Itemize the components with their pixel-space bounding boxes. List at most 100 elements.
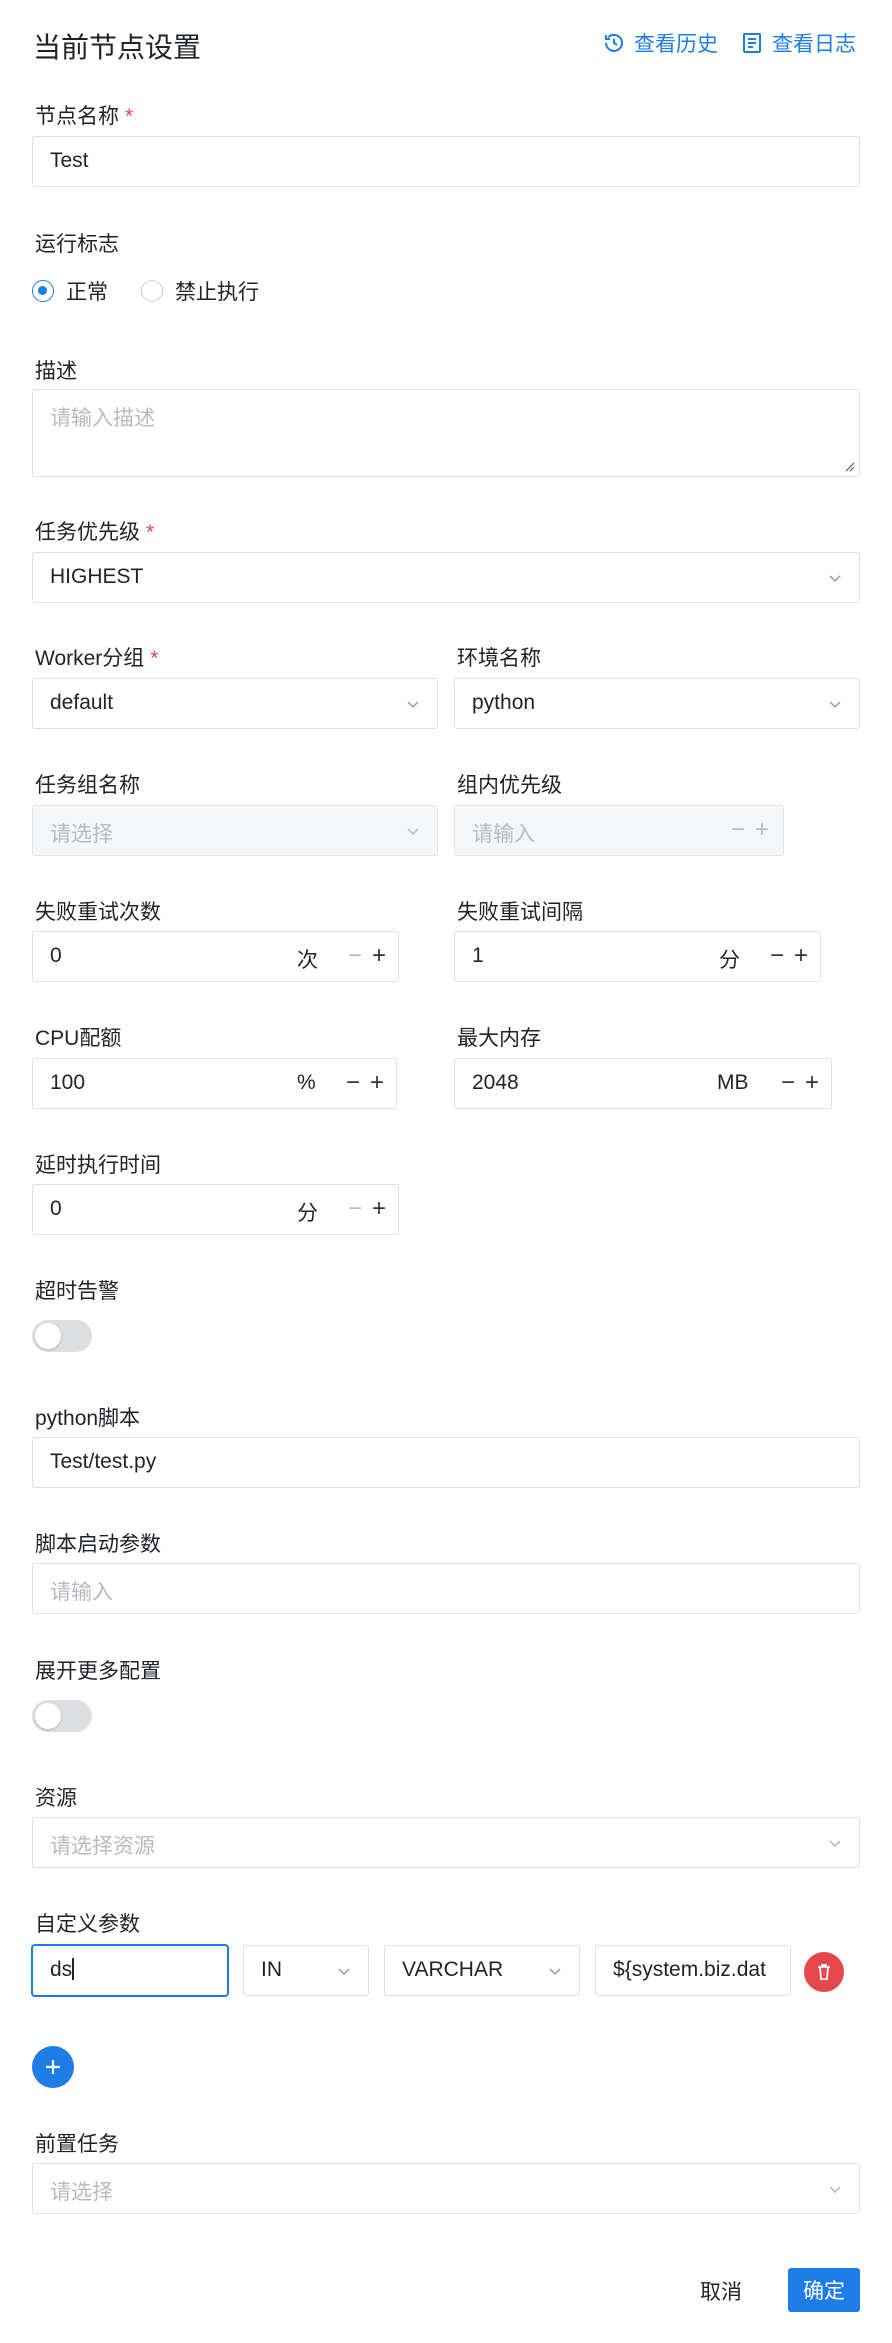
worker-group-select[interactable]: default [32,678,438,729]
retry-times-input[interactable]: 0 次 − + [32,931,399,982]
minus-icon[interactable]: − [348,944,362,968]
minus-icon[interactable]: − [770,944,784,968]
task-priority-label: 任务优先级 * [35,521,155,544]
group-priority-placeholder: 请输入 [472,823,535,846]
cpu-quota-input[interactable]: 100 % − + [32,1058,397,1109]
description-textarea[interactable]: 请输入描述 [32,389,860,477]
group-priority-stepper[interactable]: − + [731,818,769,842]
custom-param-prop-value: ds [50,1958,74,1981]
chevron-down-icon [829,1840,841,1848]
script-args-label: 脚本启动参数 [35,1533,161,1556]
resize-handle-icon[interactable] [843,460,855,472]
pre-tasks-select[interactable]: 请选择 [32,2163,860,2214]
script-args-placeholder: 请输入 [50,1581,113,1604]
retry-interval-label: 失败重试间隔 [457,901,583,924]
worker-group-value: default [50,691,114,714]
environment-value: python [472,691,536,714]
environment-label: 环境名称 [457,647,541,670]
plus-icon[interactable]: + [370,1071,384,1095]
more-config-label: 展开更多配置 [35,1660,161,1683]
minus-icon[interactable]: − [781,1071,795,1095]
chevron-down-icon [829,701,841,709]
group-priority-input[interactable]: 请输入 − + [454,805,784,856]
max-memory-value: 2048 [472,1071,519,1094]
view-history-link[interactable]: 查看历史 [602,28,718,58]
radio-checked-icon [32,280,54,302]
retry-interval-stepper[interactable]: − + [770,944,808,968]
custom-params-label: 自定义参数 [35,1913,140,1936]
max-memory-stepper[interactable]: − + [781,1071,819,1095]
trash-icon [818,1964,830,1980]
python-script-input[interactable]: Test/test.py [32,1437,860,1488]
retry-times-stepper[interactable]: − + [348,944,386,968]
script-args-input[interactable]: 请输入 [32,1563,860,1614]
chevron-down-icon [338,1968,350,1976]
run-flag-normal-radio[interactable]: 正常 [32,276,108,306]
minus-icon[interactable]: − [731,818,745,842]
max-memory-unit: MB [717,1071,749,1094]
timeout-alarm-switch[interactable] [32,1320,92,1352]
task-group-placeholder: 请选择 [50,823,113,846]
max-memory-input[interactable]: 2048 MB − + [454,1058,832,1109]
cpu-quota-unit: % [297,1071,316,1094]
chevron-down-icon [829,575,841,583]
cpu-quota-stepper[interactable]: − + [346,1071,384,1095]
task-group-select[interactable]: 请选择 [32,805,438,856]
chevron-down-icon [407,701,419,709]
add-param-button[interactable] [32,2046,74,2088]
description-placeholder: 请输入描述 [50,407,155,430]
run-flag-forbidden-radio[interactable]: 禁止执行 [141,276,259,306]
custom-param-value-input[interactable]: ${system.biz.dat [595,1945,791,1996]
custom-param-direct-select[interactable]: IN [243,1945,369,1996]
delete-param-button[interactable] [804,1952,844,1992]
resources-select[interactable]: 请选择资源 [32,1817,860,1868]
minus-icon[interactable]: − [348,1197,362,1221]
pre-tasks-label: 前置任务 [35,2133,119,2156]
cpu-quota-label: CPU配额 [35,1027,122,1050]
resources-placeholder: 请选择资源 [50,1835,155,1858]
task-priority-select[interactable]: HIGHEST [32,552,860,603]
chevron-down-icon [549,1968,561,1976]
custom-param-value-value: ${system.biz.dat [613,1958,766,1981]
page-title: 当前节点设置 [33,32,202,63]
plus-icon[interactable]: + [372,1197,386,1221]
view-log-label: 查看日志 [772,33,856,56]
run-flag-label: 运行标志 [35,233,119,256]
worker-group-label: Worker分组 * [35,647,159,670]
description-label: 描述 [35,360,77,383]
pre-tasks-placeholder: 请选择 [50,2181,113,2204]
minus-icon[interactable]: − [346,1071,360,1095]
task-priority-value: HIGHEST [50,565,144,588]
chevron-down-icon [829,2186,841,2194]
radio-unchecked-icon [141,280,163,302]
view-log-link[interactable]: 查看日志 [740,28,856,58]
node-name-input[interactable]: Test [32,136,860,187]
custom-param-type-value: VARCHAR [402,1958,504,1981]
node-name-value: Test [50,149,89,172]
retry-interval-input[interactable]: 1 分 − + [454,931,821,982]
custom-param-prop-input[interactable]: ds [32,1945,228,1996]
more-config-switch[interactable] [32,1700,92,1732]
history-icon [605,33,623,52]
plus-icon[interactable]: + [372,944,386,968]
plus-icon[interactable]: + [794,944,808,968]
retry-times-label: 失败重试次数 [35,901,161,924]
max-memory-label: 最大内存 [457,1027,541,1050]
chevron-down-icon [407,828,419,836]
delay-time-unit: 分 [297,1202,318,1225]
plus-icon [46,2060,60,2074]
cancel-button[interactable]: 取消 [700,2276,742,2306]
delay-time-input[interactable]: 0 分 − + [32,1184,399,1235]
plus-icon[interactable]: + [805,1071,819,1095]
delay-time-label: 延时执行时间 [35,1154,161,1177]
confirm-button[interactable]: 确定 [788,2268,860,2312]
timeout-alarm-label: 超时告警 [35,1280,119,1303]
resources-label: 资源 [35,1787,77,1810]
delay-time-value: 0 [50,1197,62,1220]
plus-icon[interactable]: + [755,818,769,842]
environment-select[interactable]: python [454,678,860,729]
retry-interval-unit: 分 [719,949,740,972]
delay-time-stepper[interactable]: − + [348,1197,386,1221]
custom-param-type-select[interactable]: VARCHAR [384,1945,580,1996]
retry-times-unit: 次 [297,949,318,972]
